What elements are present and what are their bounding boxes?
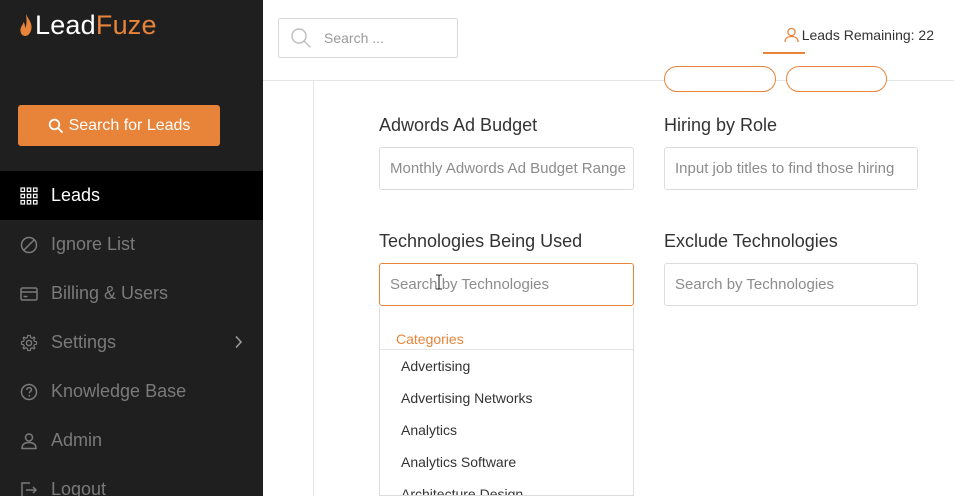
adwords-budget-label: Adwords Ad Budget: [379, 115, 538, 135]
user-icon: [784, 27, 799, 43]
leads-remaining-underline: [763, 52, 805, 54]
adwords-budget-input[interactable]: [390, 160, 633, 177]
sidebar-item-knowledge-base[interactable]: Knowledge Base: [0, 367, 263, 416]
exclude-technologies-input[interactable]: [675, 276, 917, 293]
sidebar-item-billing-users[interactable]: Billing & Users: [0, 269, 263, 318]
flame-icon: [20, 14, 32, 36]
text-cursor-icon: [436, 274, 442, 290]
sidebar-item-label: Leads: [51, 185, 101, 205]
sidebar-item-admin[interactable]: Admin: [0, 416, 263, 465]
content-divider: [313, 81, 314, 496]
gear-icon: [19, 333, 39, 353]
dropdown-option[interactable]: Advertising Networks: [380, 382, 633, 414]
sidebar-item-label: Ignore List: [51, 234, 136, 254]
ban-icon: [19, 235, 39, 255]
search-icon: [291, 28, 311, 48]
header-search-box[interactable]: [278, 18, 458, 58]
leads-remaining-indicator[interactable]: Leads Remaining: 22: [784, 27, 934, 43]
hiring-by-role-input[interactable]: [675, 160, 917, 177]
dropdown-option[interactable]: Analytics: [380, 414, 633, 446]
sidebar-item-leads[interactable]: Leads: [0, 171, 263, 220]
header-search-input[interactable]: [324, 30, 444, 46]
dropdown-category-header: Categories: [380, 307, 633, 350]
grid-icon: [19, 186, 39, 206]
technologies-used-label: Technologies Being Used: [379, 231, 583, 251]
sidebar-nav: Leads Ignore List Billing & Users Settin…: [0, 171, 263, 496]
search-icon: [48, 118, 63, 133]
technologies-dropdown: Categories Advertising Advertising Netwo…: [379, 307, 634, 496]
sidebar-item-logout[interactable]: Logout: [0, 465, 263, 496]
dropdown-option[interactable]: Advertising: [380, 350, 633, 382]
logout-icon: [19, 480, 39, 496]
technologies-used-field[interactable]: [379, 263, 634, 306]
technologies-used-input[interactable]: [390, 276, 633, 293]
hiring-by-role-field[interactable]: [664, 147, 918, 190]
range-pill[interactable]: [786, 66, 887, 92]
sidebar-item-label: Knowledge Base: [51, 381, 187, 401]
sidebar-item-ignore-list[interactable]: Ignore List: [0, 220, 263, 269]
logo-text-lead: Lead: [35, 9, 96, 40]
dropdown-option[interactable]: Analytics Software: [380, 446, 633, 478]
sidebar-item-settings[interactable]: Settings: [0, 318, 263, 367]
hiring-by-role-label: Hiring by Role: [664, 115, 778, 135]
sidebar-item-label: Settings: [51, 332, 117, 352]
adwords-budget-field[interactable]: [379, 147, 634, 190]
credit-card-icon: [19, 284, 39, 304]
exclude-technologies-label: Exclude Technologies: [664, 231, 838, 251]
chevron-right-icon: [235, 335, 243, 349]
logo-text-fuze: Fuze: [95, 9, 157, 40]
leads-remaining-text: Leads Remaining: 22: [801, 27, 934, 43]
question-circle-icon: [19, 382, 39, 402]
range-pill[interactable]: [664, 66, 776, 92]
sidebar-item-label: Billing & Users: [51, 283, 169, 303]
sidebar-item-label: Admin: [51, 430, 103, 450]
search-for-leads-button[interactable]: Search for Leads: [18, 105, 220, 146]
sidebar-item-label: Logout: [51, 479, 107, 496]
exclude-technologies-field[interactable]: [664, 263, 918, 306]
dropdown-option[interactable]: Architecture Design: [380, 478, 633, 495]
user-icon: [19, 431, 39, 451]
search-for-leads-label: Search for Leads: [68, 116, 191, 134]
sidebar: Lead Fuze Search for Leads Leads Ignore …: [0, 0, 263, 496]
leadfuze-logo[interactable]: Lead Fuze: [19, 8, 157, 42]
